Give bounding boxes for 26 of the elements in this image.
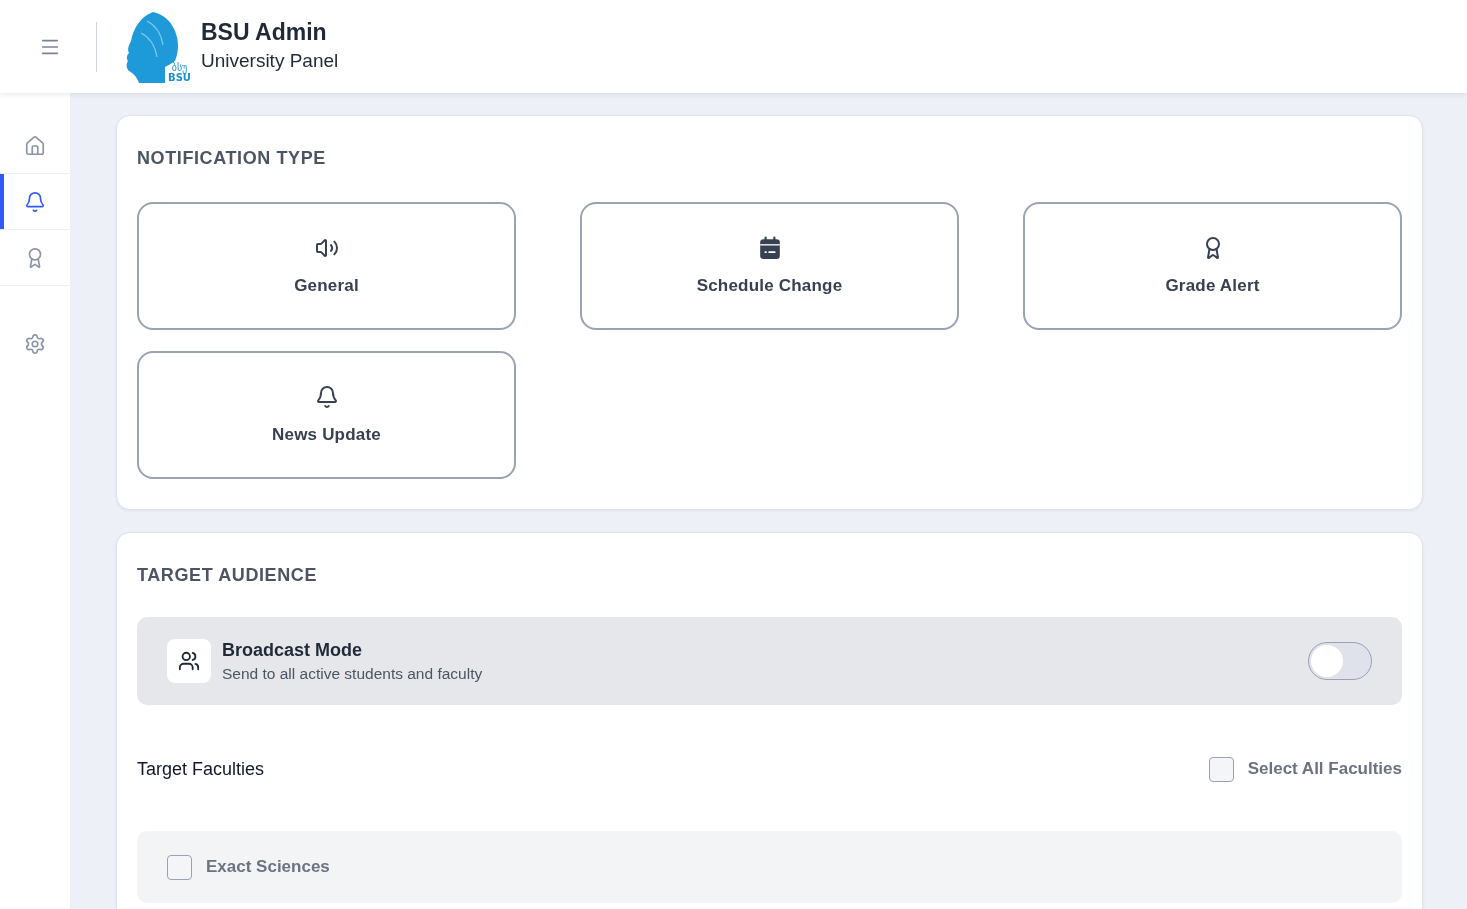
people-icon bbox=[167, 639, 211, 683]
checkbox-label: Select All Faculties bbox=[1247, 759, 1402, 779]
checkbox[interactable] bbox=[167, 854, 192, 880]
broadcast-title: Broadcast Mode bbox=[222, 639, 364, 661]
faculty-name: Exact Sciences bbox=[206, 857, 330, 877]
speaker-icon bbox=[314, 236, 339, 260]
bell-icon bbox=[24, 190, 46, 213]
section-heading: NOTIFICATION TYPE bbox=[137, 147, 327, 170]
home-icon bbox=[24, 134, 46, 157]
logo-text: ბსუ bbox=[171, 62, 188, 73]
broadcast-description: Send to all active students and faculty bbox=[222, 664, 484, 683]
notification-type-option[interactable]: General bbox=[137, 202, 516, 330]
section-heading: TARGET AUDIENCE bbox=[137, 564, 318, 587]
calendar-icon bbox=[757, 236, 782, 260]
checkbox[interactable] bbox=[1208, 756, 1234, 782]
sidebar-item[interactable] bbox=[0, 174, 70, 230]
app-subtitle: University Panel bbox=[201, 49, 339, 73]
notification-type-option[interactable]: Schedule Change bbox=[580, 202, 959, 330]
toggle-switch[interactable] bbox=[1308, 642, 1372, 680]
bell-icon bbox=[314, 385, 339, 409]
notification-type-option[interactable]: Grade Alert bbox=[1023, 202, 1402, 330]
app-title: BSU Admin bbox=[201, 20, 328, 46]
settings-icon bbox=[24, 333, 46, 355]
notification-type-option[interactable]: News Update bbox=[137, 351, 516, 479]
target-faculties-label: Target Faculties bbox=[137, 758, 265, 780]
logo-text: BSU bbox=[168, 72, 191, 83]
